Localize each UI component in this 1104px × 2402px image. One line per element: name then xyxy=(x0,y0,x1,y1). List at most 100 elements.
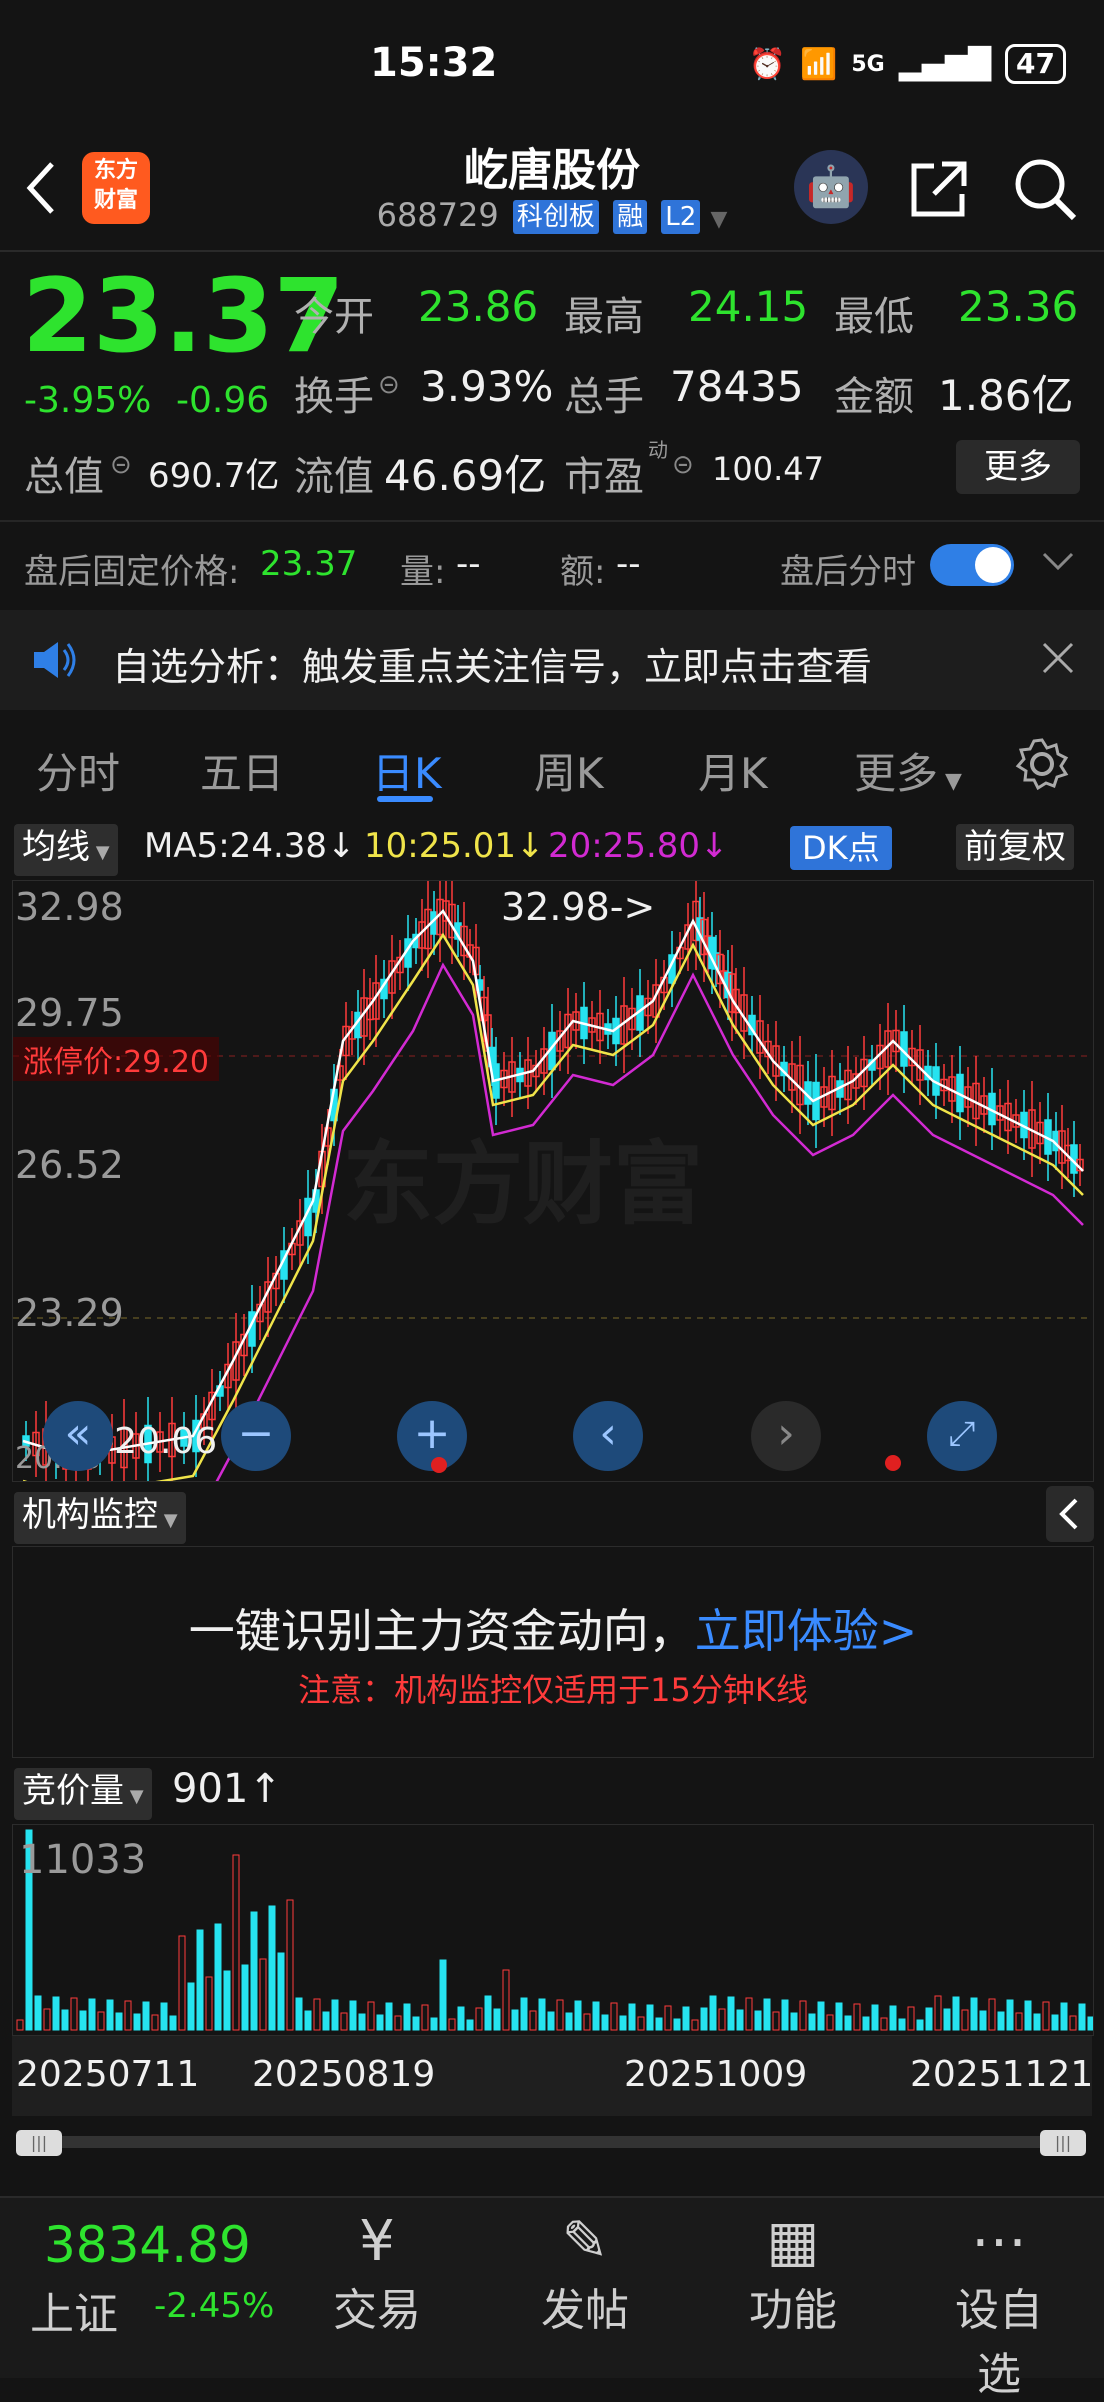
volume-bar xyxy=(466,2019,474,2031)
nav-functions[interactable]: ▦ 功能 xyxy=(728,2210,858,2338)
robot-assistant-icon[interactable]: 🤖 xyxy=(794,150,868,224)
pe-value: 100.47 xyxy=(712,450,824,488)
scroll-right-button[interactable]: › xyxy=(751,1401,821,1471)
tab-monthly-k[interactable]: 月K xyxy=(698,740,768,801)
volume-bar xyxy=(70,1997,78,2031)
tab-daily-k[interactable]: 日K xyxy=(372,740,442,801)
volume-bar xyxy=(601,2014,609,2031)
share-icon[interactable] xyxy=(906,156,972,222)
search-icon[interactable] xyxy=(1010,154,1080,224)
nav-post[interactable]: ✎ 发帖 xyxy=(520,2210,650,2338)
ma-indicator-dropdown[interactable]: 均线 ▼ xyxy=(14,824,118,876)
range-slider-handle-left[interactable]: ||| xyxy=(16,2130,62,2156)
volume-bar xyxy=(430,2017,438,2031)
event-dot xyxy=(431,1457,447,1473)
index-value[interactable]: 3834.89 xyxy=(44,2216,251,2274)
tab-timeshare[interactable]: 分时 xyxy=(36,740,120,801)
inst-try-link[interactable]: 立即体验> xyxy=(695,1604,918,1658)
volume-bar xyxy=(979,2010,987,2031)
afterhours-amt-label: 额: xyxy=(560,552,606,592)
auction-dropdown[interactable]: 竞价量 ▼ xyxy=(14,1768,152,1820)
tab-more[interactable]: 更多 ▼ xyxy=(854,740,962,801)
range-slider-track[interactable] xyxy=(30,2136,1074,2148)
index-name[interactable]: 上证 xyxy=(30,2278,118,2342)
tab-weekly-k[interactable]: 周K xyxy=(534,740,604,801)
afterhours-amt: -- xyxy=(616,544,641,584)
scroll-left-button[interactable]: ‹ xyxy=(573,1401,643,1471)
volume-bar xyxy=(403,2003,411,2031)
rewind-button[interactable]: « xyxy=(43,1401,113,1471)
volume-bar xyxy=(943,2008,951,2031)
date-label: 20250819 xyxy=(252,2054,436,2095)
volume-bar xyxy=(304,2010,312,2031)
volume-bar xyxy=(952,1996,960,2031)
low-label: 最低 xyxy=(834,294,914,340)
market-cap-value: 690.7亿 xyxy=(148,456,280,496)
inst-monitor-panel[interactable]: 一键识别主力资金动向，立即体验> 注意：机构监控仅适用于15分钟K线 xyxy=(12,1546,1094,1758)
volume-bar xyxy=(358,2013,366,2031)
tab-five-day[interactable]: 五日 xyxy=(200,740,284,801)
nav-functions-label: 功能 xyxy=(749,2285,837,2336)
clock: 15:32 xyxy=(370,40,498,86)
zoom-out-button[interactable]: − xyxy=(221,1401,291,1471)
info-icon[interactable]: ⊝ xyxy=(672,450,694,480)
volume-bar xyxy=(772,2011,780,2031)
adjust-button[interactable]: 前复权 xyxy=(956,824,1074,870)
system-icons: ⏰ 📶 5G ▂▄▆█ 47 xyxy=(749,44,1066,84)
info-icon[interactable]: ⊝ xyxy=(110,450,132,480)
volume-bar xyxy=(142,2001,150,2031)
volume-bar xyxy=(727,1996,735,2031)
volume-bar xyxy=(250,1911,258,2031)
info-icon[interactable]: ⊝ xyxy=(378,370,400,400)
volume-bar xyxy=(970,1997,978,2031)
notice-bar[interactable]: 自选分析：触发重点关注信号，立即点击查看 xyxy=(0,610,1104,710)
dk-point-button[interactable]: DK点 xyxy=(790,826,892,870)
chevron-down-icon[interactable] xyxy=(1040,546,1076,580)
volume-svg xyxy=(16,1829,1093,2031)
y-tick: 26.52 xyxy=(15,1143,124,1187)
volume-bar xyxy=(241,1964,249,2031)
afterhours-vol: -- xyxy=(456,544,481,584)
afterhours-toggle[interactable] xyxy=(930,544,1014,586)
afterhours-timeshare-label: 盘后分时 xyxy=(780,552,916,592)
turnover-value: 3.93% xyxy=(420,362,554,411)
nav-add-watchlist[interactable]: ⋯ 设自选 xyxy=(934,2210,1064,2402)
volume-bar xyxy=(286,1899,294,2031)
volume-bar xyxy=(691,2019,699,2031)
more-button[interactable]: 更多 xyxy=(956,440,1080,494)
volume-bar xyxy=(196,1929,204,2031)
market-cap-label: 总值 xyxy=(24,454,104,500)
volume-bar xyxy=(214,1923,222,2031)
volume-bar xyxy=(583,2013,591,2031)
volume-bar xyxy=(880,2017,888,2031)
volume-bar xyxy=(844,2015,852,2031)
volume-bar xyxy=(178,1935,186,2031)
volume-bar xyxy=(736,2009,744,2031)
inst-monitor-dropdown[interactable]: 机构监控 ▼ xyxy=(14,1492,186,1544)
change-percent: -3.95% xyxy=(24,380,152,421)
volume-bar xyxy=(16,2019,24,2031)
settings-gear-icon[interactable] xyxy=(1014,736,1070,796)
volume-bar xyxy=(277,1952,285,2031)
date-label: 20251121 xyxy=(910,2054,1094,2095)
nav-trade[interactable]: ¥ 交易 xyxy=(312,2210,442,2338)
volume-bar xyxy=(331,1999,339,2031)
volume-bar xyxy=(97,2011,105,2031)
fullscreen-button[interactable]: ⤢ xyxy=(927,1401,997,1471)
close-icon[interactable] xyxy=(1040,640,1076,680)
volume-chart[interactable]: 11033 xyxy=(12,1824,1094,2036)
speaker-icon xyxy=(30,638,78,686)
ma-indicator-label: 均线 xyxy=(22,827,90,867)
volume-bar xyxy=(367,2001,375,2031)
volume-bar xyxy=(520,1997,528,2031)
volume-bar xyxy=(340,2012,348,2031)
amount-value: 1.86亿 xyxy=(938,371,1074,420)
collapse-button[interactable] xyxy=(1046,1486,1094,1542)
cell-signal-icon: ▂▄▆█ xyxy=(898,46,992,82)
volume-bar xyxy=(655,2017,663,2031)
range-slider-handle-right[interactable]: ||| xyxy=(1040,2130,1086,2156)
kline-chart[interactable]: 东方财富 32.98 29.75 26.52 23.29 20.06 涨停价:2… xyxy=(12,880,1094,1482)
volume-label: 总手 xyxy=(564,374,644,420)
volume-bar xyxy=(124,2000,132,2031)
signal-label: 5G xyxy=(851,51,885,77)
